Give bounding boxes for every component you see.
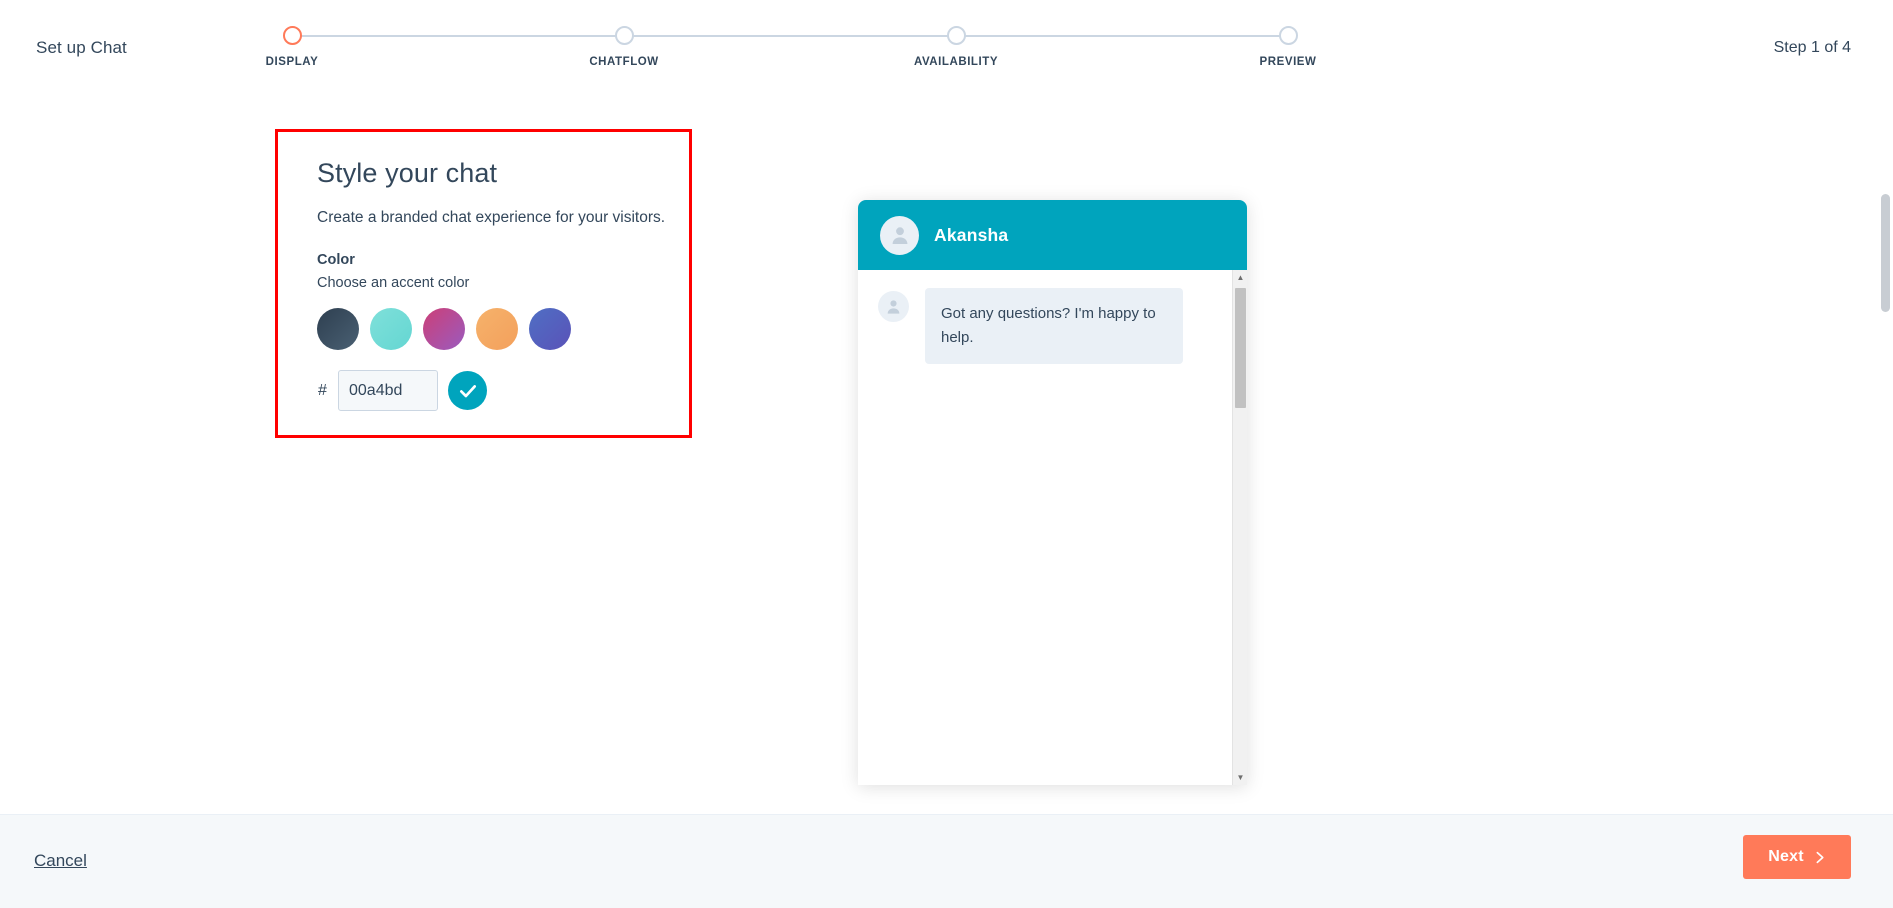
step-counter: Step 1 of 4: [1773, 39, 1851, 56]
person-icon: [892, 227, 907, 244]
chat-scroll-down-icon[interactable]: ▼: [1233, 770, 1247, 785]
hex-color-row: #: [317, 370, 669, 411]
color-swatch-orange[interactable]: [476, 308, 518, 350]
chat-preview-header: Akansha: [858, 200, 1247, 270]
person-icon: [887, 300, 900, 314]
page-scrollbar-thumb[interactable]: [1881, 194, 1890, 312]
color-swatch-indigo[interactable]: [529, 308, 571, 350]
card-title: Style your chat: [317, 158, 498, 188]
chat-scrollbar[interactable]: ▲ ▼: [1232, 270, 1247, 785]
hash-symbol: #: [318, 381, 327, 399]
stepper-track: [292, 35, 1288, 37]
wizard-stepper: DISPLAY CHATFLOW AVAILABILITY PREVIEW: [266, 0, 1316, 96]
step-dot-chatflow: [614, 26, 634, 45]
color-swatch-slate[interactable]: [317, 308, 359, 350]
chat-message-row: Got any questions? I'm happy to help.: [878, 288, 1227, 364]
message-avatar: [878, 291, 909, 322]
color-field-label: Color: [317, 252, 355, 268]
chat-scrollbar-thumb[interactable]: [1235, 288, 1246, 408]
step-dot-preview: [1278, 26, 1298, 45]
wizard-body: Style your chat Create a branded chat ex…: [0, 96, 1893, 814]
chat-setup-wizard: Set up Chat DISPLAY CHATFLOW AVAILABILIT…: [0, 0, 1893, 908]
page-title: Set up Chat: [36, 38, 127, 57]
confirm-color-button[interactable]: [448, 371, 487, 410]
step-label-display: DISPLAY: [265, 56, 319, 68]
next-button[interactable]: Next: [1743, 835, 1851, 879]
chat-message-bubble: Got any questions? I'm happy to help.: [925, 288, 1183, 364]
step-dot-display: [282, 26, 302, 45]
color-swatch-list: [317, 308, 669, 350]
card-subtitle: Create a branded chat experience for you…: [317, 209, 666, 226]
color-swatch-magenta[interactable]: [423, 308, 465, 350]
chat-preview-widget: Akansha Got any questions? I'm happy to …: [858, 200, 1247, 785]
page-scrollbar[interactable]: [1878, 192, 1893, 814]
color-swatch-teal[interactable]: [370, 308, 412, 350]
hex-color-input[interactable]: [338, 370, 438, 411]
wizard-footer: Cancel Next: [0, 814, 1893, 908]
step-label-availability: AVAILABILITY: [913, 56, 999, 68]
step-label-preview: PREVIEW: [1259, 56, 1317, 68]
style-your-chat-card: Style your chat Create a branded chat ex…: [275, 129, 692, 438]
color-field-help: Choose an accent color: [317, 275, 470, 291]
agent-avatar: [880, 215, 919, 255]
chat-scroll-up-icon[interactable]: ▲: [1233, 270, 1247, 285]
check-icon: [459, 384, 476, 397]
step-label-chatflow: CHATFLOW: [589, 56, 659, 68]
wizard-header: Set up Chat DISPLAY CHATFLOW AVAILABILIT…: [0, 0, 1893, 96]
cancel-button[interactable]: Cancel: [34, 851, 87, 871]
chat-preview-body: Got any questions? I'm happy to help.: [858, 270, 1247, 785]
next-button-label: Next: [1768, 848, 1804, 865]
agent-name: Akansha: [934, 224, 1009, 245]
chevron-right-icon: [1816, 851, 1824, 863]
step-dot-availability: [946, 26, 966, 45]
